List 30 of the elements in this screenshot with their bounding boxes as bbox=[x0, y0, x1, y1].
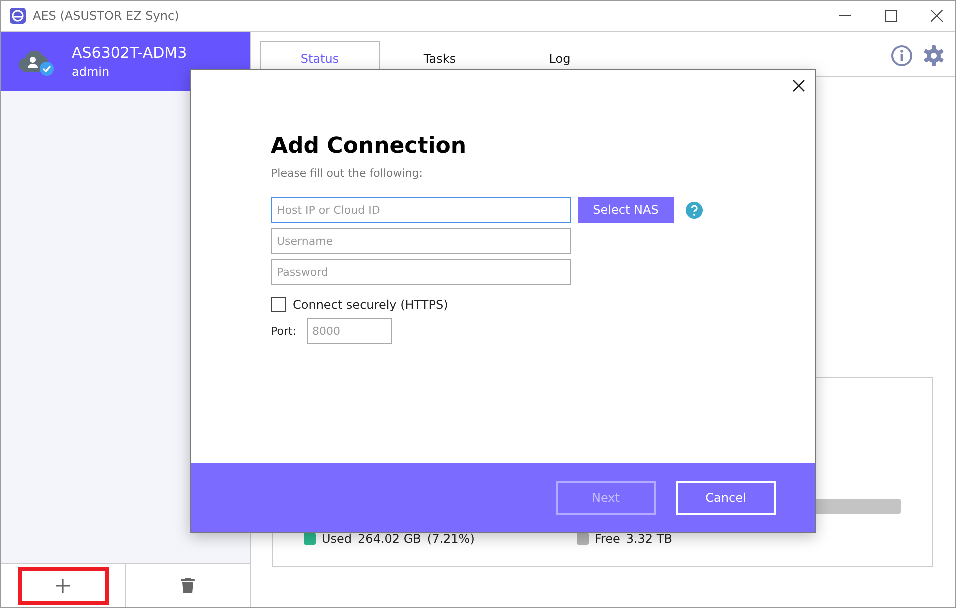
checkbox[interactable] bbox=[271, 297, 286, 312]
close-icon[interactable] bbox=[931, 10, 943, 22]
legend-percent: (7.21%) bbox=[427, 532, 475, 546]
port-label: Port: bbox=[271, 324, 297, 338]
cancel-button[interactable]: Cancel bbox=[676, 480, 776, 514]
checkbox-label: Connect securely (HTTPS) bbox=[293, 298, 448, 312]
add-button[interactable] bbox=[18, 566, 108, 604]
dialog-subtitle: Please fill out the following: bbox=[271, 167, 424, 180]
legend-value: 3.32 TB bbox=[626, 532, 672, 546]
device-item[interactable]: AS6302T-ADM3 admin bbox=[1, 32, 250, 91]
legend-label: Used bbox=[322, 532, 352, 546]
input-field[interactable]: Username bbox=[271, 228, 571, 254]
select-nas-button[interactable]: Select NAS bbox=[578, 197, 674, 223]
close-icon[interactable] bbox=[793, 80, 805, 92]
input-field[interactable]: Host IP or Cloud ID bbox=[271, 197, 571, 223]
maximize-icon[interactable] bbox=[885, 10, 897, 22]
dialog-title: Add Connection bbox=[271, 134, 468, 159]
settings-icon[interactable] bbox=[923, 45, 945, 67]
window-title: AES (ASUSTOR EZ Sync) bbox=[33, 9, 180, 23]
device-user: admin bbox=[72, 65, 111, 79]
port-field[interactable]: 8000 bbox=[306, 318, 392, 344]
legend-value: 264.02 GB bbox=[358, 532, 422, 546]
trash-icon bbox=[181, 578, 195, 594]
legend-label: Free bbox=[594, 532, 620, 546]
app-icon bbox=[10, 8, 26, 24]
input-field[interactable]: Password bbox=[271, 259, 571, 285]
device-name: AS6302T-ADM3 bbox=[72, 44, 188, 62]
help-icon[interactable] bbox=[686, 202, 703, 218]
info-icon[interactable] bbox=[891, 45, 913, 67]
plus-icon bbox=[56, 578, 70, 592]
